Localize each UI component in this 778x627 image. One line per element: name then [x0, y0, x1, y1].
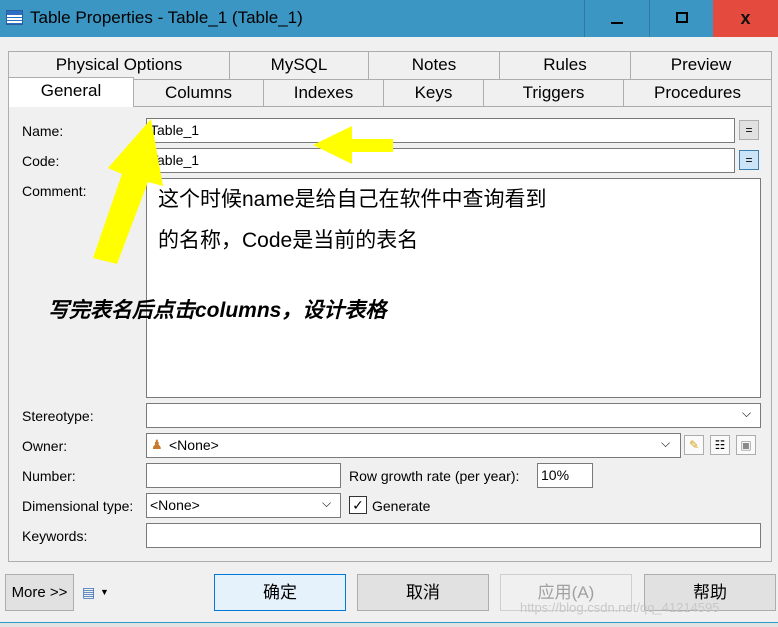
- row-growth-label: Row growth rate (per year):: [349, 468, 520, 484]
- owner-select-button[interactable]: ▣: [736, 435, 756, 455]
- dimensional-type-label: Dimensional type:: [22, 498, 134, 514]
- stereotype-combo[interactable]: [146, 403, 761, 428]
- keywords-label: Keywords:: [22, 528, 88, 544]
- chevron-down-icon[interactable]: ⌵: [322, 496, 331, 511]
- cancel-button[interactable]: 取消: [357, 574, 489, 611]
- dropdown-arrow-icon: ▼: [100, 587, 109, 597]
- arrow-left-icon: [313, 126, 393, 164]
- arrow-up-left-icon: [93, 119, 163, 264]
- owner-properties-button[interactable]: ☷: [710, 435, 730, 455]
- watermark: https://blog.csdn.net/qq_41214595: [520, 600, 720, 615]
- folder-icon: ▣: [740, 438, 752, 452]
- chevron-down-icon[interactable]: ⌵: [661, 436, 670, 451]
- print-menu-button[interactable]: ▤ ▼: [80, 584, 110, 604]
- window-bottom-edge: [0, 622, 778, 627]
- number-field[interactable]: [146, 463, 341, 488]
- new-owner-button[interactable]: ✎: [684, 435, 704, 455]
- keywords-field[interactable]: [146, 523, 761, 548]
- new-icon: ✎: [688, 438, 700, 452]
- print-icon: ▤: [82, 584, 96, 600]
- dimensional-type-combo[interactable]: <None>: [146, 493, 341, 518]
- tab-general[interactable]: General: [8, 77, 134, 107]
- stereotype-label: Stereotype:: [22, 408, 94, 424]
- ok-button[interactable]: 确定: [214, 574, 346, 611]
- number-label: Number:: [22, 468, 76, 484]
- user-icon: ♟: [151, 437, 163, 452]
- owner-label: Owner:: [22, 438, 68, 454]
- chevron-down-icon[interactable]: ⌵: [742, 406, 751, 421]
- generate-checkbox[interactable]: ✓: [349, 496, 367, 514]
- row-growth-field[interactable]: 10%: [537, 463, 593, 488]
- owner-combo[interactable]: <None>: [146, 433, 681, 458]
- more-button[interactable]: More >>: [5, 574, 74, 611]
- properties-icon: ☷: [714, 438, 726, 452]
- generate-label: Generate: [372, 498, 431, 514]
